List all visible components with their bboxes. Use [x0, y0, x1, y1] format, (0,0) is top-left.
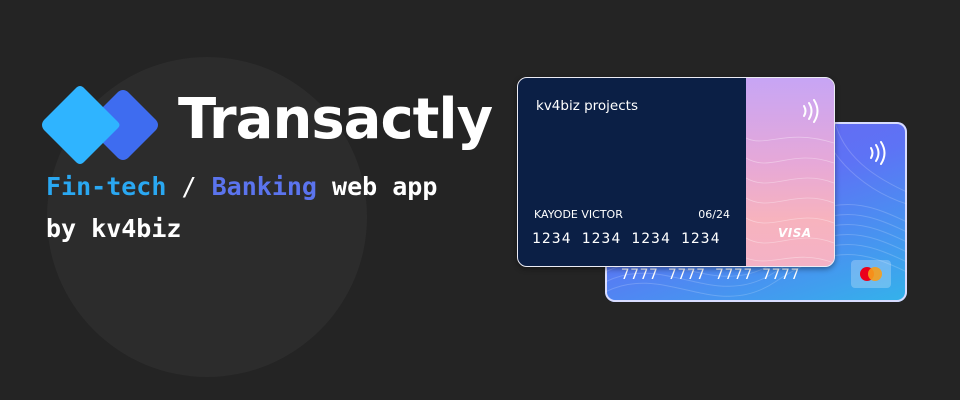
- card-expiry: 06/24: [698, 208, 730, 221]
- card-holder-name: KAYODE VICTOR: [534, 208, 623, 221]
- tagline-separator: /: [181, 172, 197, 201]
- mastercard-logo: [851, 260, 891, 288]
- card-org-name: kv4biz projects: [536, 98, 638, 114]
- tagline: Fin-tech / Banking web app: [46, 170, 437, 204]
- contactless-icon: [803, 99, 819, 123]
- byline: by kv4biz: [46, 214, 182, 243]
- card-front-gradient-panel: VISA: [746, 78, 834, 266]
- tagline-banking: Banking: [211, 172, 317, 201]
- card-front: kv4biz projects KAYODE VICTOR 06/24 1234…: [517, 77, 835, 267]
- card-front-number: 1234 1234 1234 1234: [532, 231, 721, 247]
- brand-name: Transactly: [178, 87, 493, 152]
- tagline-rest: web app: [332, 172, 438, 201]
- visa-logo: VISA: [778, 226, 812, 240]
- brand-logo: [42, 86, 158, 164]
- tagline-fintech: Fin-tech: [46, 172, 167, 201]
- contactless-icon: [870, 141, 886, 165]
- card-back-number: 7777 7777 7777 7777: [621, 267, 801, 283]
- card-front-dark-panel: kv4biz projects KAYODE VICTOR 06/24 1234…: [518, 78, 746, 266]
